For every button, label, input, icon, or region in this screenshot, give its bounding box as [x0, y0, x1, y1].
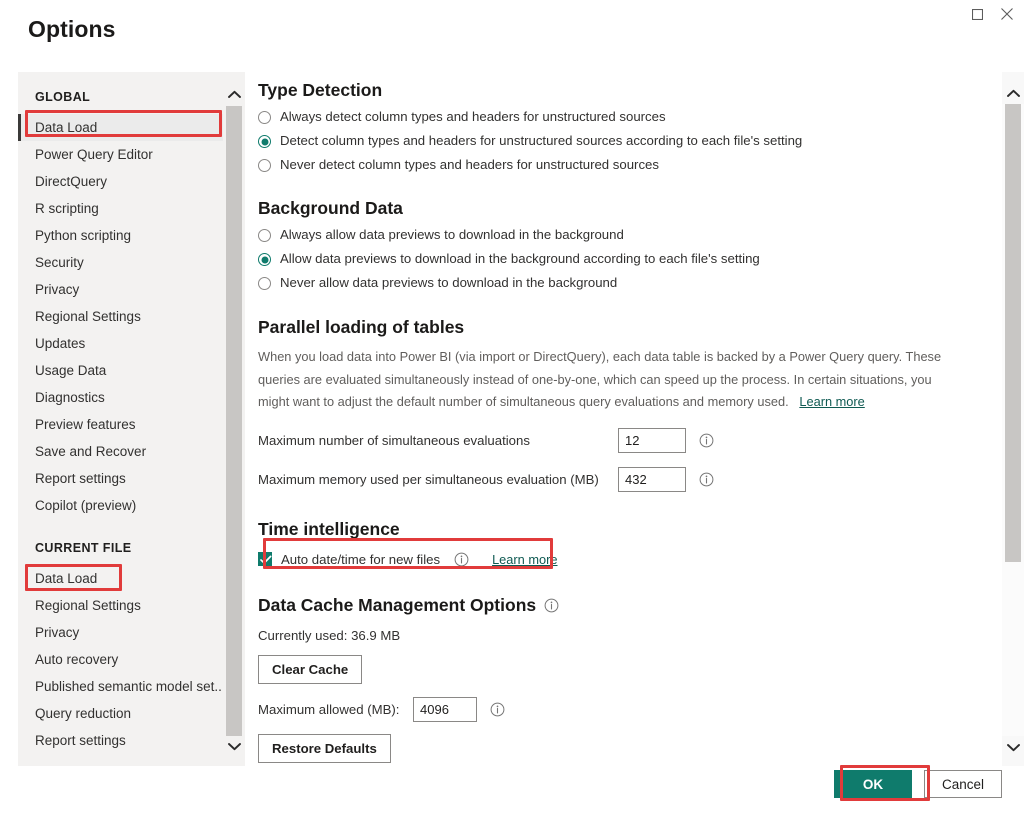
data-cache-title: Data Cache Management Options	[258, 594, 537, 615]
clear-cache-button[interactable]: Clear Cache	[258, 654, 363, 684]
cancel-button[interactable]: Cancel	[924, 770, 1002, 798]
learn-more-link-parallel[interactable]: Learn more	[799, 394, 864, 409]
info-icon[interactable]	[699, 433, 714, 448]
sidebar-scrollbar-thumb[interactable]	[226, 106, 242, 736]
radio-label: Always allow data previews to download i…	[280, 227, 624, 242]
sidebar-item-regional-settings[interactable]: Regional Settings	[18, 303, 223, 330]
radio-indicator-selected	[258, 135, 271, 148]
section-type-detection: Type Detection Always detect column type…	[258, 80, 988, 173]
section-background-data: Background Data Always allow data previe…	[258, 198, 988, 291]
time-intelligence-title: Time intelligence	[258, 518, 400, 539]
sidebar-item-current-regional-settings[interactable]: Regional Settings	[18, 592, 223, 619]
page-title: Options	[28, 16, 116, 42]
sidebar-item-preview-features[interactable]: Preview features	[18, 411, 223, 438]
radio-background-data-per-file[interactable]: Allow data previews to download in the b…	[258, 251, 988, 267]
max-evaluations-input[interactable]	[618, 427, 686, 453]
field-label: Maximum allowed (MB):	[258, 701, 400, 717]
radio-background-data-never[interactable]: Never allow data previews to download in…	[258, 275, 988, 291]
type-detection-title: Type Detection	[258, 80, 383, 100]
sidebar-item-security[interactable]: Security	[18, 249, 223, 276]
radio-indicator	[258, 229, 271, 242]
sidebar-item-query-reduction[interactable]: Query reduction	[18, 700, 223, 727]
sidebar-scrollbar-track[interactable]	[223, 106, 245, 736]
sidebar-list: GLOBAL Data Load Power Query Editor Dire…	[18, 72, 223, 754]
sidebar-item-save-and-recover[interactable]: Save and Recover	[18, 438, 223, 465]
radio-type-detection-per-file[interactable]: Detect column types and headers for unst…	[258, 133, 988, 149]
content-scrollbar-track[interactable]	[1002, 104, 1024, 736]
options-dialog: Options GLOBAL Data Load Power Query Edi…	[0, 0, 1024, 814]
sidebar-item-current-privacy[interactable]: Privacy	[18, 619, 223, 646]
radio-indicator	[258, 159, 271, 172]
data-cache-title-row: Data Cache Management Options	[258, 595, 988, 616]
info-icon[interactable]	[490, 702, 505, 717]
maximize-icon[interactable]	[962, 1, 992, 27]
sidebar-chevron-down-icon[interactable]	[223, 734, 245, 758]
content-chevron-up-icon[interactable]	[1002, 82, 1024, 104]
ok-button[interactable]: OK	[834, 770, 912, 798]
sidebar-item-diagnostics[interactable]: Diagnostics	[18, 384, 223, 411]
parallel-loading-title: Parallel loading of tables	[258, 317, 465, 337]
field-label: Maximum number of simultaneous evaluatio…	[258, 432, 530, 448]
max-memory-input[interactable]	[618, 466, 686, 492]
sidebar-item-current-report-settings[interactable]: Report settings	[18, 727, 223, 754]
currently-used-text: Currently used: 36.9 MB	[258, 627, 401, 643]
section-time-intelligence: Time intelligence Auto date/time for new…	[258, 519, 988, 567]
radio-label: Never detect column types and headers fo…	[280, 157, 659, 172]
max-allowed-cache-input[interactable]	[413, 696, 477, 722]
field-max-memory-per-evaluation: Maximum memory used per simultaneous eva…	[258, 466, 988, 492]
title-bar	[0, 0, 1024, 28]
radio-background-data-always[interactable]: Always allow data previews to download i…	[258, 227, 988, 243]
info-icon[interactable]	[699, 472, 714, 487]
info-icon[interactable]	[544, 598, 559, 613]
section-data-cache-management: Data Cache Management Options Currently …	[258, 595, 988, 763]
auto-date-time-checkbox[interactable]	[258, 552, 272, 566]
info-icon[interactable]	[454, 552, 469, 567]
sidebar-item-privacy[interactable]: Privacy	[18, 276, 223, 303]
section-parallel-loading: Parallel loading of tables When you load…	[258, 317, 988, 492]
sidebar-item-power-query-editor[interactable]: Power Query Editor	[18, 141, 223, 168]
sidebar-item-directquery[interactable]: DirectQuery	[18, 168, 223, 195]
learn-more-link-time-intelligence[interactable]: Learn more	[492, 552, 557, 567]
field-max-allowed-cache: Maximum allowed (MB):	[258, 696, 988, 722]
sidebar-item-r-scripting[interactable]: R scripting	[18, 195, 223, 222]
content-scrollbar[interactable]	[1002, 72, 1024, 766]
radio-label: Detect column types and headers for unst…	[280, 133, 803, 148]
checkbox-auto-date-time-row[interactable]: Auto date/time for new files Learn more	[258, 552, 988, 567]
content-chevron-down-icon[interactable]	[1002, 736, 1024, 758]
sidebar-group-divider	[18, 519, 223, 533]
sidebar-item-published-semantic-model-settings[interactable]: Published semantic model set...	[18, 673, 223, 700]
dialog-footer: OK Cancel	[834, 770, 1002, 798]
sidebar-item-global-data-load[interactable]: Data Load	[18, 114, 223, 141]
radio-type-detection-never[interactable]: Never detect column types and headers fo…	[258, 157, 988, 173]
radio-label: Never allow data previews to download in…	[280, 275, 618, 290]
radio-indicator	[258, 277, 271, 290]
radio-indicator-selected	[258, 253, 271, 266]
sidebar-item-usage-data[interactable]: Usage Data	[18, 357, 223, 384]
sidebar-item-python-scripting[interactable]: Python scripting	[18, 222, 223, 249]
radio-indicator	[258, 111, 271, 124]
sidebar-group-global-label: GLOBAL	[35, 90, 91, 104]
field-label: Maximum memory used per simultaneous eva…	[258, 471, 599, 487]
settings-content-panel: Type Detection Always detect column type…	[258, 72, 988, 766]
content-scrollbar-thumb[interactable]	[1005, 104, 1021, 562]
auto-date-time-label: Auto date/time for new files	[281, 551, 441, 567]
sidebar-chevron-up-icon[interactable]	[223, 82, 245, 106]
background-data-title: Background Data	[258, 198, 403, 218]
sidebar-group-current-file-label: CURRENT FILE	[35, 541, 132, 555]
radio-label: Always detect column types and headers f…	[280, 109, 666, 124]
sidebar-item-updates[interactable]: Updates	[18, 330, 223, 357]
sidebar-item-report-settings[interactable]: Report settings	[18, 465, 223, 492]
close-icon[interactable]	[992, 1, 1022, 27]
field-max-simultaneous-evaluations: Maximum number of simultaneous evaluatio…	[258, 427, 988, 453]
parallel-loading-description: When you load data into Power BI (via im…	[258, 346, 964, 414]
restore-defaults-button[interactable]: Restore Defaults	[258, 733, 391, 763]
radio-label: Allow data previews to download in the b…	[280, 251, 760, 266]
sidebar-item-copilot-preview[interactable]: Copilot (preview)	[18, 492, 223, 519]
sidebar: GLOBAL Data Load Power Query Editor Dire…	[18, 72, 245, 766]
sidebar-item-auto-recovery[interactable]: Auto recovery	[18, 646, 223, 673]
sidebar-item-current-data-load[interactable]: Data Load	[18, 565, 223, 592]
window-controls	[962, 0, 1022, 28]
radio-type-detection-always[interactable]: Always detect column types and headers f…	[258, 109, 988, 125]
